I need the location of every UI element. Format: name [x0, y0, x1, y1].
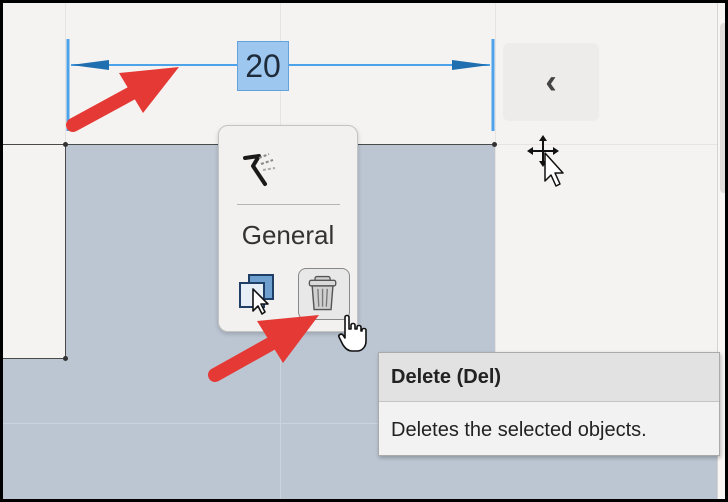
delete-tooltip: Delete (Del) Deletes the selected object… — [378, 352, 720, 456]
tooltip-description: Deletes the selected objects. — [391, 419, 647, 441]
tooltip-header: Delete (Del) — [379, 353, 719, 402]
copy-select-icon[interactable] — [237, 273, 277, 315]
delete-button[interactable] — [298, 268, 350, 320]
tooltip-title: Delete (Del) — [391, 366, 502, 388]
popup-title: General — [241, 220, 335, 250]
popup-divider — [237, 204, 340, 205]
sketch-pen-icon[interactable] — [239, 144, 285, 190]
context-popup: General — [218, 125, 358, 332]
dimension-value[interactable]: 20 — [237, 41, 289, 91]
trash-icon — [308, 275, 337, 311]
canvas-frame: ‹ 20 General Delete (Del) Deletes the se… — [0, 0, 728, 502]
